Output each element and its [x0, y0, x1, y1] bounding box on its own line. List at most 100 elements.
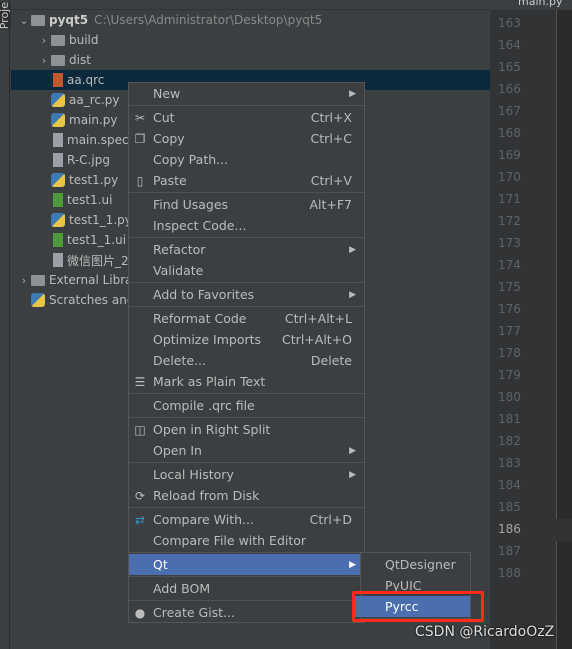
line-number: 167 [498, 104, 521, 118]
tab-label: main.py [518, 0, 563, 8]
tree-item-label: test1_1.ui [67, 233, 127, 247]
menu-item-delete[interactable]: Delete... Delete [129, 350, 364, 371]
menu-item-add-to-favorites[interactable]: Add to Favorites ▶ [129, 284, 364, 305]
tree-item[interactable]: › build [11, 30, 490, 50]
menu-item-copy[interactable]: ❐ Copy Ctrl+C [129, 128, 364, 149]
python-file-icon [51, 173, 65, 187]
menu-item-label: Qt [153, 557, 168, 572]
menu-item-copy-path[interactable]: Copy Path... [129, 149, 364, 170]
line-number: 164 [498, 38, 521, 52]
line-number: 178 [498, 346, 521, 360]
menu-separator [129, 576, 364, 577]
menu-item-compile-qrc-file[interactable]: Compile .qrc file [129, 395, 364, 416]
line-number: 173 [498, 236, 521, 250]
menu-item-cut[interactable]: ✂ Cut Ctrl+X [129, 107, 364, 128]
tree-item-label: test1.ui [67, 193, 113, 207]
chevron-right-icon[interactable]: › [37, 54, 51, 67]
line-number: 182 [498, 434, 521, 448]
menu-item-label: Optimize Imports [153, 332, 262, 347]
menu-item-refactor[interactable]: Refactor ▶ [129, 239, 364, 260]
line-number: 170 [498, 170, 521, 184]
shortcut: Alt+F7 [309, 197, 352, 212]
line-number: 177 [498, 324, 521, 338]
menu-separator [129, 393, 364, 394]
menu-item-reformat-code[interactable]: Reformat Code Ctrl+Alt+L [129, 308, 364, 329]
menu-item-reload-from-disk[interactable]: ⟳ Reload from Disk [129, 485, 364, 506]
reload-icon: ⟳ [134, 488, 146, 503]
menu-item-open-in-right-split[interactable]: ◫ Open in Right Split [129, 419, 364, 440]
menu-separator [129, 306, 364, 307]
watermark: CSDN @RicardoOzZ [415, 624, 555, 640]
line-number: 168 [498, 126, 521, 140]
code-editor[interactable] [556, 10, 572, 649]
menu-item-compare-with[interactable]: ⇄ Compare With... Ctrl+D [129, 509, 364, 530]
context-menu: New ▶ ✂ Cut Ctrl+X ❐ Copy Ctrl+C Copy Path... ▯ Pa… [128, 82, 365, 623]
menu-item-label: Paste [153, 173, 187, 188]
menu-separator [129, 237, 364, 238]
shortcut: Ctrl+Alt+L [284, 311, 352, 326]
menu-item-add-bom[interactable]: Add BOM [129, 578, 364, 599]
line-number: 165 [498, 60, 521, 74]
split-icon: ◫ [134, 422, 146, 437]
menu-item-label: Copy [153, 131, 185, 146]
line-number: 186 [498, 522, 521, 536]
line-number: 171 [498, 192, 521, 206]
tree-item[interactable]: › dist [11, 50, 490, 70]
chevron-right-icon[interactable]: › [37, 34, 51, 47]
library-icon [31, 274, 45, 286]
menu-item-label: Reload from Disk [153, 488, 260, 503]
line-number: 181 [498, 412, 521, 426]
menu-item-paste[interactable]: ▯ Paste Ctrl+V [129, 170, 364, 191]
line-number: 169 [498, 148, 521, 162]
submenu-arrow-icon: ▶ [349, 445, 356, 456]
menu-item-new[interactable]: New ▶ [129, 83, 364, 104]
menu-item-compare-file-with-editor[interactable]: Compare File with Editor [129, 530, 364, 551]
menu-item-label: QtDesigner [385, 557, 456, 572]
menu-item-local-history[interactable]: Local History ▶ [129, 464, 364, 485]
menu-item-optimize-imports[interactable]: Optimize Imports Ctrl+Alt+O [129, 329, 364, 350]
menu-item-inspect-code[interactable]: Inspect Code... [129, 215, 364, 236]
tree-item-label: test1.py [69, 173, 119, 187]
menu-separator [129, 552, 364, 553]
project-tool-window-strip[interactable]: Proje [0, 0, 11, 649]
menu-item-find-usages[interactable]: Find Usages Alt+F7 [129, 194, 364, 215]
tree-item[interactable]: ⌄ pyqt5 C:\Users\Administrator\Desktop\pyq… [11, 10, 490, 30]
menu-item-qtdesigner[interactable]: QtDesigner [361, 554, 470, 575]
menu-item-label: Add BOM [153, 581, 211, 596]
line-number: 163 [498, 16, 521, 30]
menu-item-label: Add to Favorites [153, 287, 255, 302]
submenu-arrow-icon: ▶ [349, 469, 356, 480]
paste-icon: ▯ [136, 173, 144, 188]
image-file-icon [53, 153, 63, 167]
menu-item-qt[interactable]: Qt ▶ [129, 554, 364, 575]
line-number: 183 [498, 456, 521, 470]
menu-item-open-in[interactable]: Open In ▶ [129, 440, 364, 461]
menu-item-label: Mark as Plain Text [153, 374, 266, 389]
menu-separator [129, 192, 364, 193]
tree-item-label: aa_rc.py [69, 93, 120, 107]
line-number: 176 [498, 302, 521, 316]
menu-item-mark-as-plain-text[interactable]: ☰ Mark as Plain Text [129, 371, 364, 392]
chevron-right-icon[interactable]: › [17, 274, 31, 287]
tree-item-label: build [69, 33, 99, 47]
menu-item-validate[interactable]: Validate [129, 260, 364, 281]
project-path: C:\Users\Administrator\Desktop\pyqt5 [94, 13, 323, 27]
menu-item-label: Open In [153, 443, 202, 458]
chevron-down-icon[interactable]: ⌄ [17, 14, 31, 27]
copy-icon: ❐ [134, 131, 146, 146]
folder-icon [51, 34, 65, 46]
folder-icon [51, 54, 65, 66]
tree-item-label: pyqt5 [49, 13, 89, 27]
menu-item-create-gist[interactable]: ● Create Gist... [129, 602, 364, 623]
project-tab-label[interactable]: Proje [0, 2, 11, 30]
tree-item-label: main.spec [67, 133, 129, 147]
folder-icon [31, 14, 45, 26]
python-file-icon [51, 113, 65, 127]
menu-item-label: Inspect Code... [153, 218, 247, 233]
scratches-icon [31, 293, 45, 307]
editor-tab-main-py[interactable]: main.py [490, 0, 572, 10]
menu-item-label: Local History [153, 467, 234, 482]
scissors-icon: ✂ [134, 110, 146, 125]
line-number: 188 [498, 566, 521, 580]
shortcut: Ctrl+X [310, 110, 352, 125]
